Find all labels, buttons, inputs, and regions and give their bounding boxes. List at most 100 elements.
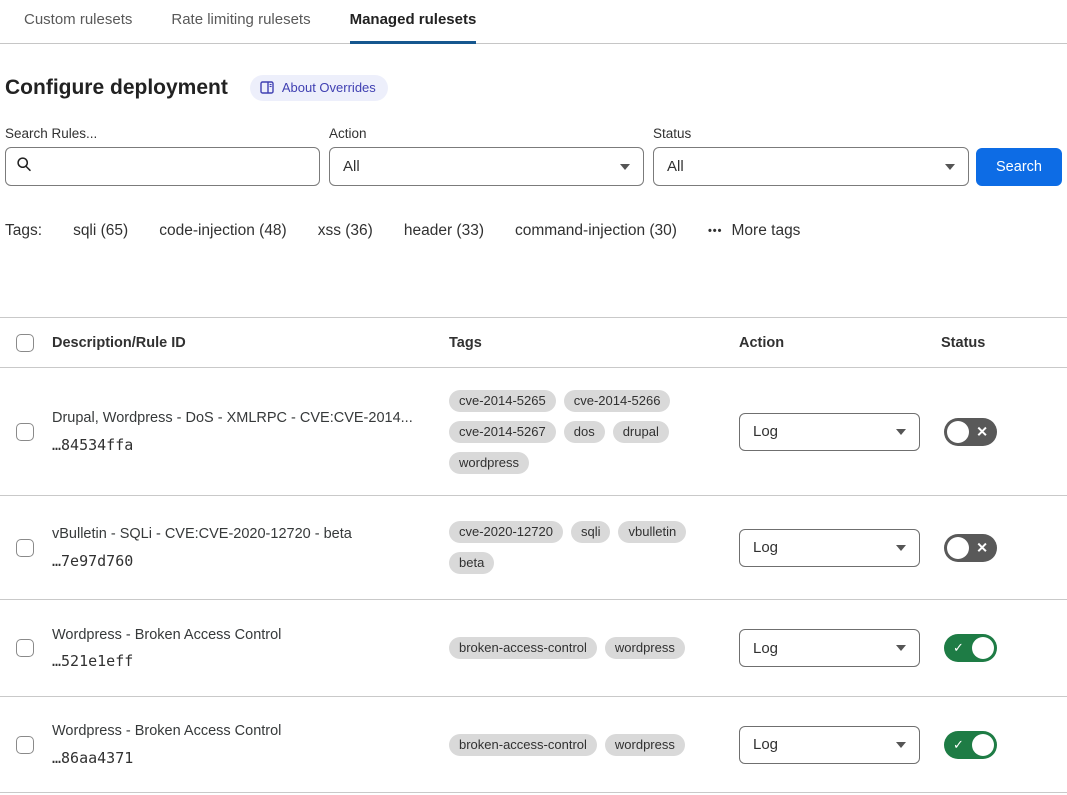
rule-description: Drupal, Wordpress - DoS - XMLRPC - CVE:C… (52, 409, 425, 428)
rule-action-value: Log (753, 539, 778, 556)
action-filter-select[interactable]: All (329, 147, 644, 186)
check-icon: ✓ (953, 641, 964, 654)
tag-filter-link[interactable]: code-injection (48) (159, 222, 287, 240)
rule-tags: broken-access-controlwordpress (449, 637, 727, 659)
rule-action-value: Log (753, 736, 778, 753)
managed-rules-table: Description/Rule ID Tags Action Status D… (0, 317, 1067, 793)
search-rules-field: Search Rules... (5, 126, 320, 186)
check-icon: ✓ (953, 738, 964, 751)
rule-action-select[interactable]: Log (739, 629, 920, 667)
table-row: Wordpress - Broken Access Control …86aa4… (0, 697, 1067, 793)
tag-filter-link[interactable]: header (33) (404, 222, 484, 240)
chevron-down-icon (896, 545, 906, 551)
toggle-knob (947, 537, 969, 559)
status-filter-select[interactable]: All (653, 147, 969, 186)
ellipsis-icon: ••• (708, 225, 723, 237)
tag-pill: vbulletin (618, 521, 686, 543)
status-filter-field: Status All (653, 126, 969, 186)
table-row: vBulletin - SQLi - CVE:CVE-2020-12720 - … (0, 496, 1067, 600)
toggle-knob (972, 637, 994, 659)
toggle-knob (972, 734, 994, 756)
tag-pill: cve-2020-12720 (449, 521, 563, 543)
search-input-wrapper (5, 147, 320, 186)
row-checkbox[interactable] (16, 539, 34, 557)
table-row: Wordpress - Broken Access Control …521e1… (0, 600, 1067, 697)
tag-pill: wordpress (449, 452, 529, 474)
column-header-description: Description/Rule ID (52, 335, 449, 351)
rule-status-toggle[interactable]: ✓ ✕ (944, 634, 997, 662)
search-rules-input[interactable] (40, 158, 309, 175)
chevron-down-icon (896, 429, 906, 435)
search-button[interactable]: Search (976, 148, 1062, 186)
search-icon (16, 156, 32, 177)
tag-pill: broken-access-control (449, 637, 597, 659)
status-filter-label: Status (653, 126, 969, 141)
rule-description: vBulletin - SQLi - CVE:CVE-2020-12720 - … (52, 525, 425, 544)
rule-id: …521e1eff (52, 652, 425, 670)
rule-action-select[interactable]: Log (739, 726, 920, 764)
more-tags-button[interactable]: ••• More tags (708, 222, 800, 240)
table-row: Drupal, Wordpress - DoS - XMLRPC - CVE:C… (0, 368, 1067, 496)
rule-status-toggle[interactable]: ✓ ✕ (944, 731, 997, 759)
column-header-tags: Tags (449, 335, 739, 351)
tag-pill: cve-2014-5266 (564, 390, 671, 412)
rule-description: Wordpress - Broken Access Control (52, 722, 425, 741)
rule-id: …7e97d760 (52, 552, 425, 570)
table-header-row: Description/Rule ID Tags Action Status (0, 318, 1067, 368)
rule-tags: broken-access-control wordpress (449, 734, 727, 756)
ruleset-tabs: Custom rulesets Rate limiting rulesets M… (0, 0, 1067, 44)
tag-filter-link[interactable]: command-injection (30) (515, 222, 677, 240)
tags-bar-list: sqli (65) code-injection (48) xss (36) head… (73, 222, 677, 240)
rule-tags: cve-2014-5265 cve-2014-5266 cve-2014-5267 d… (449, 390, 727, 474)
rule-action-select[interactable]: Log (739, 529, 920, 567)
tag-pill: sqli (571, 521, 611, 543)
cross-icon: ✕ (976, 424, 988, 438)
filters-row: Search Rules... Action All Status All Se… (5, 126, 1063, 186)
about-overrides-badge[interactable]: About Overrides (250, 75, 388, 101)
row-checkbox[interactable] (16, 423, 34, 441)
book-icon (260, 81, 274, 94)
search-rules-label: Search Rules... (5, 126, 320, 141)
cross-icon: ✕ (976, 540, 988, 554)
tab-rate-limiting-rulesets[interactable]: Rate limiting rulesets (171, 0, 310, 44)
chevron-down-icon (945, 164, 955, 170)
row-checkbox[interactable] (16, 639, 34, 657)
column-header-status: Status (941, 335, 1067, 351)
about-overrides-label: About Overrides (282, 80, 376, 95)
chevron-down-icon (896, 645, 906, 651)
select-all-checkbox[interactable] (16, 334, 34, 352)
rule-id: …84534ffa (52, 436, 425, 454)
tag-filter-link[interactable]: xss (36) (318, 222, 373, 240)
action-filter-label: Action (329, 126, 644, 141)
page-title: Configure deployment (5, 76, 228, 100)
chevron-down-icon (620, 164, 630, 170)
column-header-action: Action (739, 335, 941, 351)
tags-bar-label: Tags: (5, 222, 42, 240)
tab-managed-rulesets[interactable]: Managed rulesets (350, 0, 477, 44)
rule-status-toggle[interactable]: ✓ ✕ (944, 534, 997, 562)
toggle-knob (947, 421, 969, 443)
tags-bar: Tags: sqli (65) code-injection (48) xss (3… (5, 222, 1063, 240)
rule-action-select[interactable]: Log (739, 413, 920, 451)
status-filter-value: All (667, 158, 684, 175)
tag-pill: broken-access-control (449, 734, 597, 756)
rule-id: …86aa4371 (52, 749, 425, 767)
tag-pill: dos (564, 421, 605, 443)
action-filter-value: All (343, 158, 360, 175)
action-filter-field: Action All (329, 126, 644, 186)
row-checkbox[interactable] (16, 736, 34, 754)
rule-action-value: Log (753, 640, 778, 657)
heading-row: Configure deployment About Overrides (5, 75, 1063, 101)
tag-pill: drupal (613, 421, 669, 443)
rule-tags: cve-2020-12720 sqli vbulletin beta (449, 521, 727, 574)
more-tags-label: More tags (732, 222, 801, 240)
rule-status-toggle[interactable]: ✓ ✕ (944, 418, 997, 446)
tag-pill: wordpress (605, 734, 685, 756)
tag-pill: cve-2014-5267 (449, 421, 556, 443)
tag-pill: cve-2014-5265 (449, 390, 556, 412)
chevron-down-icon (896, 742, 906, 748)
rule-action-value: Log (753, 423, 778, 440)
tag-filter-link[interactable]: sqli (65) (73, 222, 128, 240)
tag-pill: beta (449, 552, 494, 574)
tab-custom-rulesets[interactable]: Custom rulesets (24, 0, 132, 44)
